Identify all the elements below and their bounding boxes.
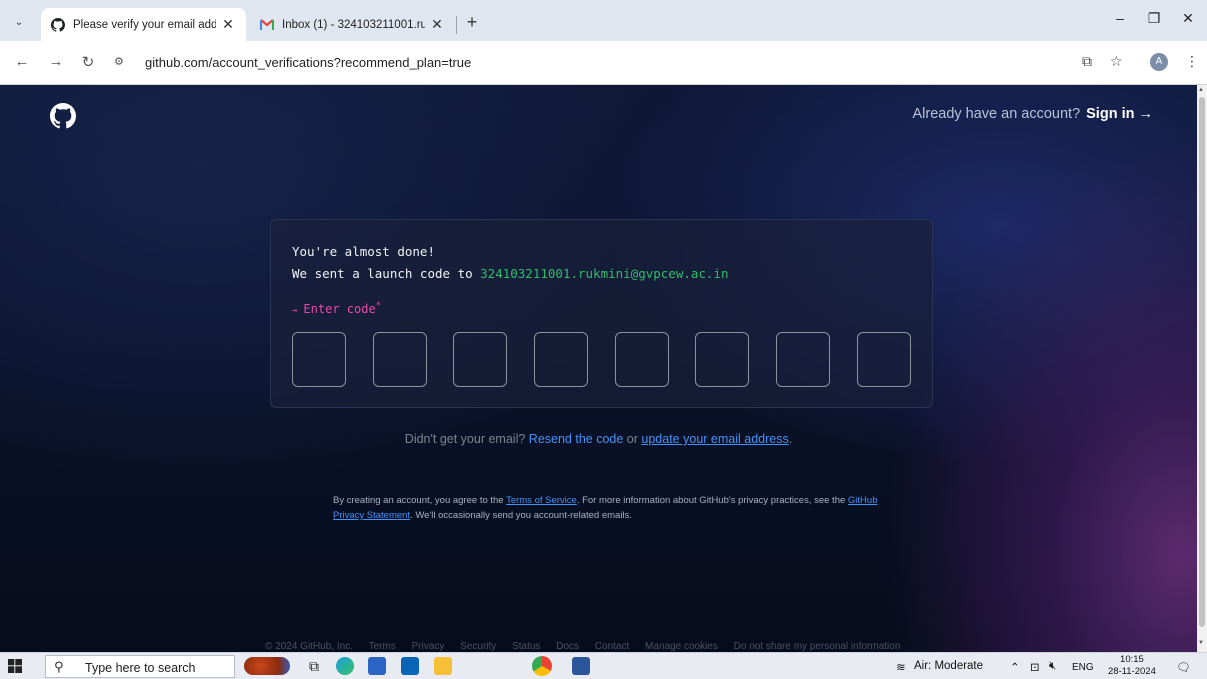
footer-copyright: © 2024 GitHub, Inc. [265,641,353,652]
arrow-icon: → [292,306,298,316]
file-explorer-icon[interactable] [434,657,452,675]
footer-link-contact[interactable]: Contact [595,641,629,652]
menu-kebab-icon[interactable]: ⋮ [1185,53,1199,70]
search-icon: ⚲ [54,659,64,674]
language-indicator[interactable]: ENG [1072,662,1094,673]
new-tab-button[interactable]: + [462,12,482,32]
legal-text: By creating an account, you agree to the… [333,493,893,523]
chrome-icon[interactable] [532,656,552,676]
code-digit-6[interactable] [695,332,749,387]
legal-part-2: . For more information about GitHub's pr… [576,495,846,506]
taskbar-search-placeholder: Type here to search [85,661,196,675]
code-digit-8[interactable] [857,332,911,387]
network-icon[interactable]: ⊡ [1030,660,1040,674]
scroll-thumb[interactable] [1199,97,1205,627]
air-quality-icon: ≋ [896,662,906,674]
resend-prefix: Didn't get your email? [404,432,526,446]
card-heading: You're almost done! [292,244,435,259]
tab-strip: ⌄ Please verify your email address ✕ Inb… [0,0,1207,41]
footer-link-terms[interactable]: Terms [369,641,396,652]
volume-muted-icon[interactable]: 🔇︎ [1049,660,1056,673]
clock-date: 28-11-2024 [1108,666,1156,677]
github-icon [51,17,65,32]
profile-avatar[interactable]: A [1150,53,1168,71]
weather-status[interactable]: Air: Moderate [914,660,983,672]
notification-icon[interactable]: 🗨︎ [1176,660,1191,674]
github-page: Already have an account? Sign in → You're… [0,85,1197,652]
page-scrollbar[interactable]: ▲ ▼ [1197,85,1207,652]
code-digit-1[interactable] [292,332,346,387]
taskbar-clock[interactable]: 10:15 28-11-2024 [1108,654,1156,678]
reload-icon[interactable]: ↻ [78,53,98,71]
tab-title: Inbox (1) - 324103211001.rukmini [282,18,425,31]
verification-card: You're almost done! We sent a launch cod… [270,219,933,408]
code-digit-4[interactable] [534,332,588,387]
back-icon[interactable]: ← [12,53,32,70]
gmail-icon [260,18,274,32]
terms-of-service-link[interactable]: Terms of Service [506,495,577,506]
signin-prompt: Already have an account? Sign in → [912,106,1153,122]
footer-link-privacy[interactable]: Privacy [412,641,445,652]
update-email-link[interactable]: update your email address [641,432,788,446]
legal-part-3: . We'll occasionally send you account-re… [410,510,632,521]
tray-chevron-icon[interactable]: ⌃ [1010,660,1020,674]
legal-part-1: By creating an account, you agree to the [333,495,504,506]
github-logo-icon[interactable] [50,103,76,129]
tab-title: Please verify your email address [73,18,216,31]
forward-icon[interactable]: → [46,53,66,70]
tab-github-verify[interactable]: Please verify your email address ✕ [41,8,246,41]
browser-toolbar: ← → ↻ ⚙ github.com/account_verifications… [0,41,1207,85]
windows-start-icon[interactable] [8,659,22,673]
close-window-button[interactable]: ✕ [1168,10,1207,27]
tab-gmail-inbox[interactable]: Inbox (1) - 324103211001.rukmini ✕ [250,8,455,41]
install-app-icon[interactable]: ⧉ [1082,53,1092,70]
windows-taskbar: ⚲ Type here to search ⧉ ≋ Air: Moderate … [0,652,1207,679]
resend-or: or [626,432,638,446]
sign-in-link[interactable]: Sign in → [1086,106,1153,122]
footer-link-security[interactable]: Security [460,641,496,652]
footer-link-cookies[interactable]: Manage cookies [645,641,718,652]
task-view-icon[interactable]: ⧉ [305,657,323,675]
tab-search-icon[interactable]: ⌄ [10,14,28,32]
resend-code-link[interactable]: Resend the code [529,432,624,446]
word-icon[interactable] [572,657,590,675]
tab-separator [456,16,457,34]
page-footer: © 2024 GitHub, Inc. Terms Privacy Securi… [265,641,913,652]
code-digit-5[interactable] [615,332,669,387]
resend-suffix: . [788,432,793,446]
weather-widget-icon[interactable] [244,657,290,675]
outlook-icon[interactable] [401,657,419,675]
address-bar[interactable]: ⚙ github.com/account_verifications?recom… [110,47,1110,79]
code-digit-3[interactable] [453,332,507,387]
scroll-down-icon[interactable]: ▼ [1198,640,1204,646]
bookmark-star-icon[interactable]: ☆ [1110,53,1123,70]
clock-time: 10:15 [1120,654,1144,665]
footer-link-docs[interactable]: Docs [556,641,579,652]
taskbar-search-box[interactable]: ⚲ Type here to search [45,655,235,678]
card-subheading: We sent a launch code to 324103211001.ru… [292,266,729,281]
sent-code-text: We sent a launch code to [292,266,473,281]
scroll-up-icon[interactable]: ▲ [1198,87,1204,93]
store-icon[interactable] [368,657,386,675]
tab-close-icon[interactable]: ✕ [429,16,445,33]
code-label-text: Enter code [303,302,376,316]
required-mark: * [375,301,382,311]
footer-link-status[interactable]: Status [512,641,540,652]
tab-close-icon[interactable]: ✕ [220,16,236,33]
site-info-icon[interactable]: ⚙ [114,55,132,71]
resend-line: Didn't get your email? Resend the code o… [0,432,1197,446]
edge-icon[interactable] [336,657,354,675]
url-text[interactable]: github.com/account_verifications?recomme… [145,55,471,70]
code-label: → Enter code* [292,301,381,316]
signin-prompt-text: Already have an account? [912,106,1081,122]
code-digit-2[interactable] [373,332,427,387]
footer-link-do-not-share[interactable]: Do not share my personal information [734,641,901,652]
code-digit-7[interactable] [776,332,830,387]
email-address: 324103211001.rukmini@gvpcew.ac.in [480,266,729,281]
